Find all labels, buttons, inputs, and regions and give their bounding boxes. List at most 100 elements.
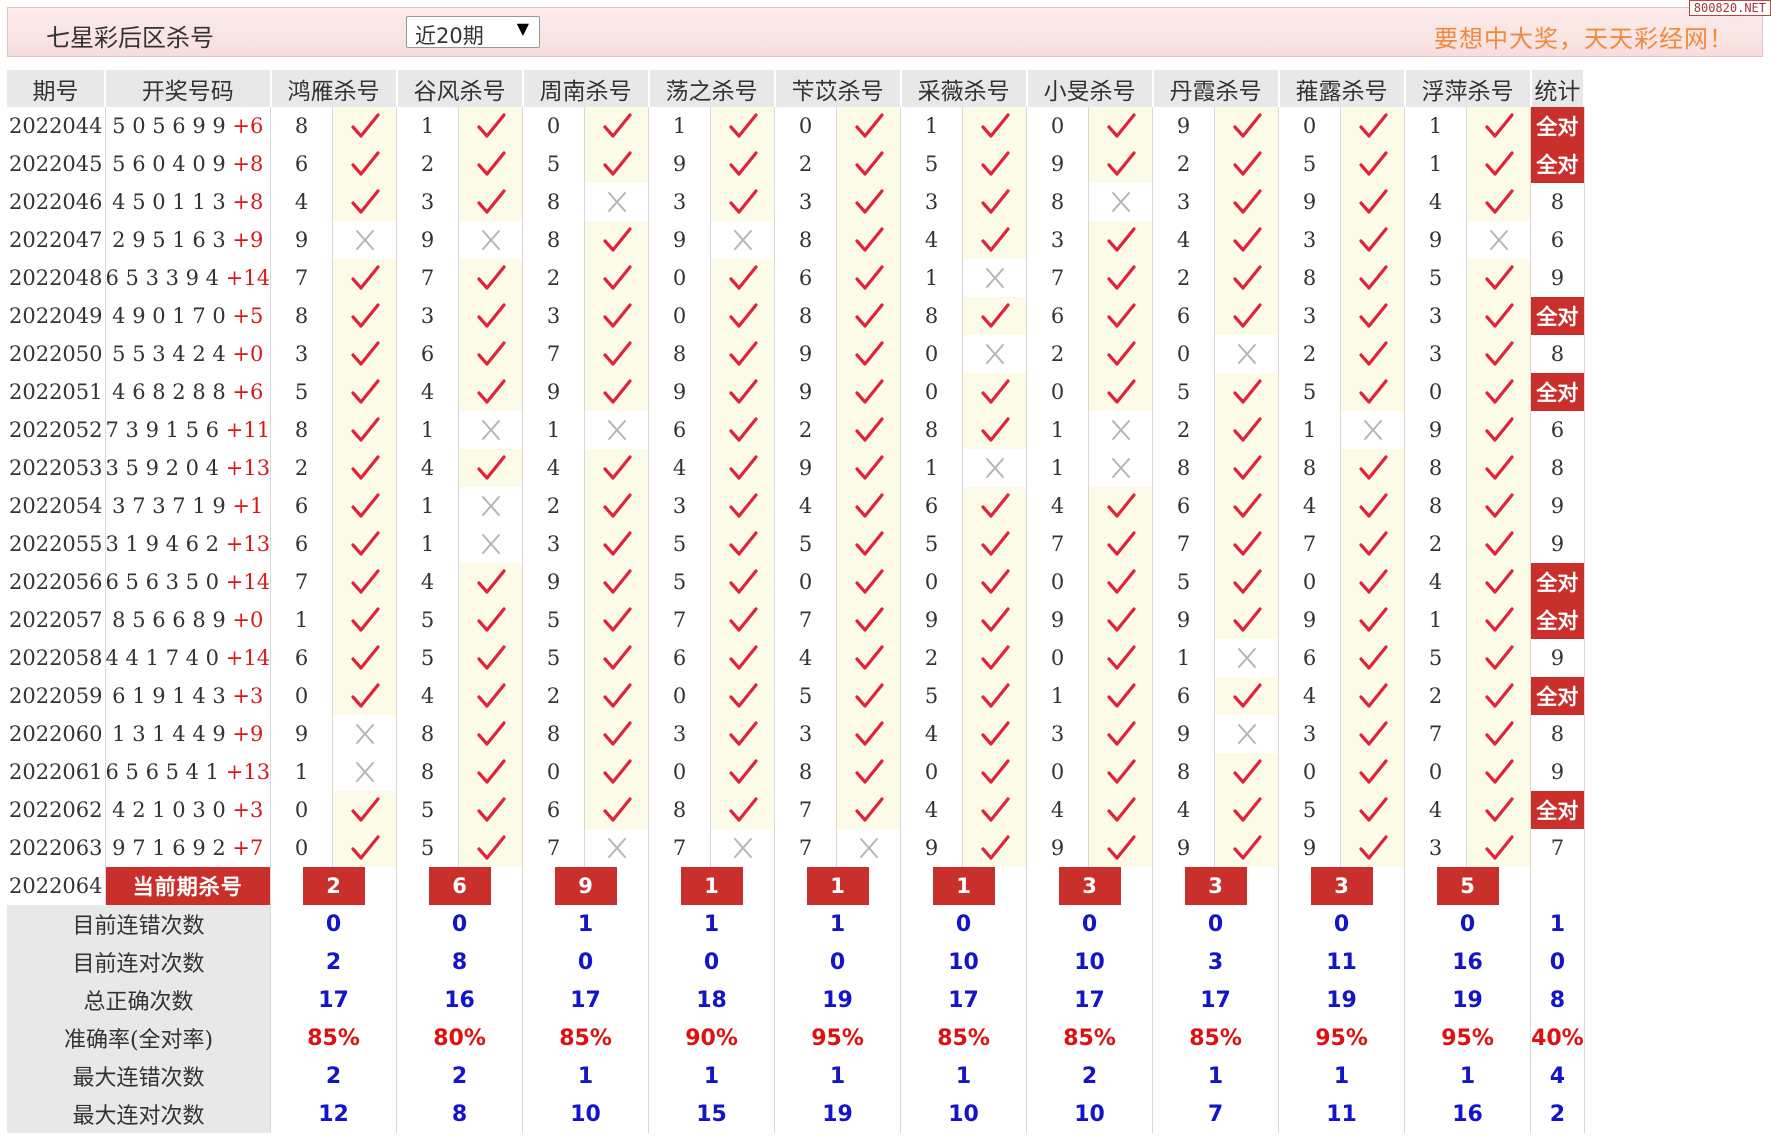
result-mark-cell (836, 525, 902, 563)
result-mark-cell (1466, 449, 1532, 487)
kill-number-cell: 7 (522, 335, 586, 373)
period-cell: 2022048 (7, 259, 106, 297)
current-kill-label: 当前期杀号 (105, 867, 272, 905)
current-kill-badge: 5 (1436, 867, 1499, 905)
draw-bonus: +11 (225, 418, 271, 442)
check-icon (1484, 683, 1514, 708)
kill-number-cell: 4 (1278, 677, 1342, 715)
table-row: 2022059 6 1 9 1 4 3 +3 0 4 2 0 5 5 1 6 4 2 全对 (7, 677, 1585, 715)
correct-count-cell: 8 (1530, 335, 1585, 373)
result-mark-cell (1088, 639, 1154, 677)
kill-number-cell: 3 (1404, 829, 1468, 867)
check-icon (602, 759, 632, 784)
result-mark-cell (962, 145, 1028, 183)
result-mark-cell (584, 639, 650, 677)
result-mark-cell (1340, 259, 1406, 297)
table-row: 2022062 4 2 1 0 3 0 +3 0 5 6 8 7 4 4 4 5 4 全对 (7, 791, 1585, 829)
result-mark-cell (1466, 791, 1532, 829)
check-icon (728, 113, 758, 138)
check-icon (980, 721, 1010, 746)
kill-number-cell: 4 (774, 639, 838, 677)
draw-numbers-cell: 3 5 9 2 0 4 +13 (105, 449, 272, 487)
stat-value: 17 (522, 981, 650, 1019)
kill-number-cell: 1 (1278, 411, 1342, 449)
check-icon (728, 721, 758, 746)
current-kill-badge: 3 (1184, 867, 1247, 905)
check-icon (1106, 721, 1136, 746)
draw-numbers-cell: 4 4 1 7 4 0 +14 (105, 639, 272, 677)
all-correct-badge: 全对 (1530, 601, 1585, 639)
stat-value: 2 (1530, 1095, 1585, 1133)
check-icon (602, 303, 632, 328)
correct-count-cell: 8 (1530, 449, 1585, 487)
stat-row: 目前连对次数 2 8 0 0 0 10 10 3 11 16 0 (7, 943, 1585, 981)
kill-number-cell: 3 (522, 525, 586, 563)
current-period-row: 2022064 当前期杀号 2 6 9 1 1 1 3 3 3 5 (7, 867, 1585, 905)
kill-number-cell: 8 (1404, 449, 1468, 487)
kill-number-cell: 9 (774, 449, 838, 487)
kill-number-cell: 1 (900, 449, 964, 487)
kill-number-cell: 3 (1278, 715, 1342, 753)
stat-value: 15 (648, 1095, 776, 1133)
check-icon (1106, 379, 1136, 404)
current-kill-badge: 3 (1310, 867, 1373, 905)
stat-value: 10 (900, 1095, 1028, 1133)
result-mark-cell (1340, 487, 1406, 525)
check-icon (602, 113, 632, 138)
draw-bonus: +13 (225, 456, 271, 480)
kill-number-cell: 0 (900, 335, 964, 373)
kill-number-cell: 8 (522, 715, 586, 753)
kill-number-cell: 9 (648, 145, 712, 183)
check-icon (1106, 607, 1136, 632)
kill-number-cell: 8 (1026, 183, 1090, 221)
draw-numbers-cell: 4 5 0 1 1 3 +8 (105, 183, 272, 221)
draw-digits: 4 2 1 0 3 0 (112, 798, 226, 822)
check-icon (1358, 455, 1388, 480)
kill-number-cell: 2 (1278, 335, 1342, 373)
result-mark-cell (332, 335, 398, 373)
result-mark-cell (458, 145, 524, 183)
cross-icon (1489, 230, 1508, 250)
period-range-select[interactable]: 近20期 ▼ (406, 16, 540, 48)
kill-number-cell: 1 (1026, 449, 1090, 487)
check-icon (980, 531, 1010, 556)
check-icon (1484, 303, 1514, 328)
result-mark-cell (1340, 525, 1406, 563)
kill-number-cell: 1 (396, 411, 460, 449)
stat-value: 10 (522, 1095, 650, 1133)
table-row: 2022061 6 5 6 5 4 1 +13 1 8 0 0 8 0 0 8 0 0 9 (7, 753, 1585, 791)
check-icon (602, 151, 632, 176)
kill-number-cell: 3 (900, 183, 964, 221)
period-cell: 2022047 (7, 221, 106, 259)
kill-number-cell: 8 (1152, 449, 1216, 487)
result-mark-cell (1088, 259, 1154, 297)
result-mark-cell (332, 487, 398, 525)
kill-number-cell: 4 (1404, 563, 1468, 601)
cross-icon (607, 838, 626, 858)
result-mark-cell (458, 829, 524, 867)
kill-number-cell: 2 (1404, 677, 1468, 715)
table-row: 2022052 7 3 9 1 5 6 +11 8 1 1 6 2 8 1 2 1 9 6 (7, 411, 1585, 449)
result-mark-cell (458, 601, 524, 639)
column-header-expert: 鸿雁杀号 (270, 70, 398, 107)
result-mark-cell (1088, 601, 1154, 639)
check-icon (1358, 797, 1388, 822)
result-mark-cell (332, 145, 398, 183)
kill-number-cell: 4 (1404, 183, 1468, 221)
kill-number-cell: 2 (1026, 335, 1090, 373)
result-mark-cell (1466, 107, 1532, 145)
result-mark-cell (1214, 259, 1280, 297)
result-mark-cell (1214, 715, 1280, 753)
result-mark-cell (458, 449, 524, 487)
result-mark-cell (1214, 487, 1280, 525)
kill-number-cell: 5 (648, 563, 712, 601)
stat-value: 0 (1530, 943, 1585, 981)
check-icon (1232, 113, 1262, 138)
stat-value: 95% (1404, 1019, 1532, 1057)
result-mark-cell (710, 487, 776, 525)
stat-value: 1 (648, 905, 776, 943)
kill-number-cell: 6 (522, 791, 586, 829)
kill-number-cell: 0 (1026, 373, 1090, 411)
check-icon (980, 607, 1010, 632)
check-icon (728, 645, 758, 670)
